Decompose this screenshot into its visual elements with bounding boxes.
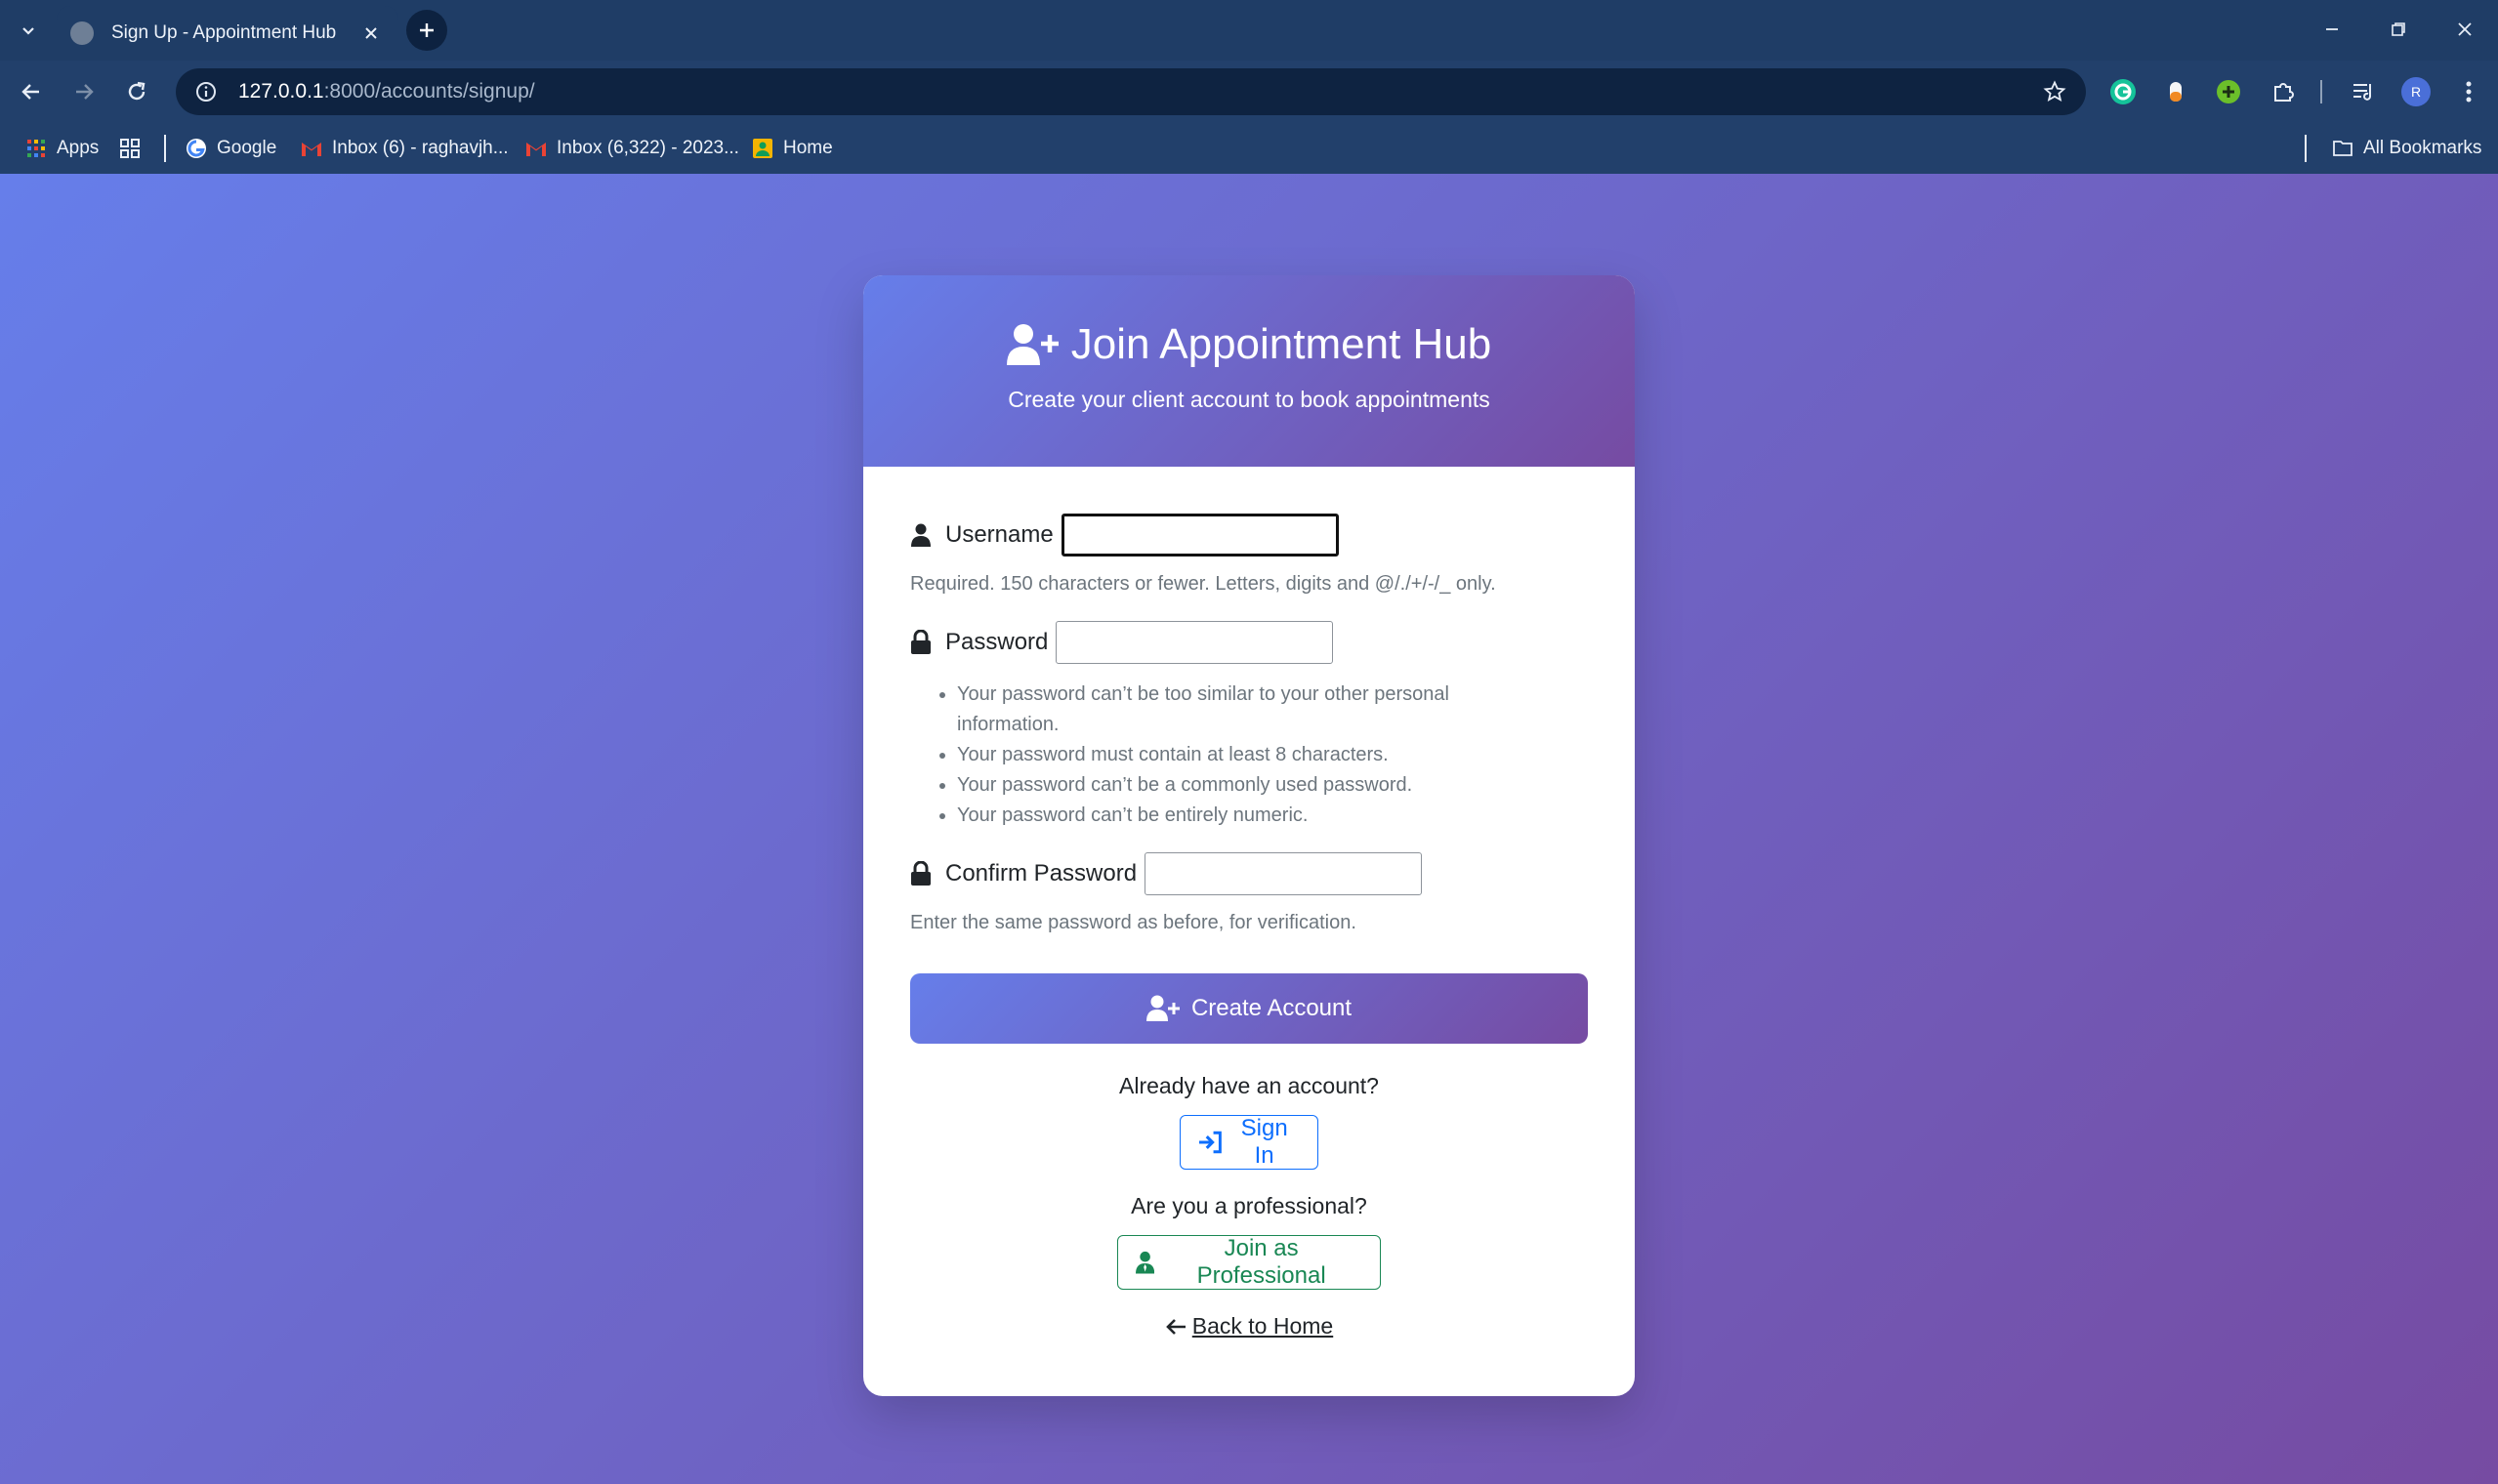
- create-account-label: Create Account: [1190, 995, 1353, 1021]
- sign-in-icon: [1198, 1131, 1222, 1154]
- bookmark-apps[interactable]: Apps: [25, 133, 99, 164]
- bookmark-label: Home: [783, 138, 833, 158]
- browser-toolbar: 127.0.0.1:8000/accounts/signup/ R: [0, 61, 2498, 123]
- arrow-left-icon: [1165, 1318, 1186, 1335]
- bookmark-home[interactable]: Home: [752, 133, 833, 164]
- tab-title: Sign Up - Appointment Hub: [111, 22, 337, 43]
- username-label: Username: [945, 521, 1054, 548]
- sign-in-label: Sign In: [1240, 1115, 1288, 1169]
- password-input[interactable]: [1056, 621, 1334, 664]
- back-home-section: Back to Home: [910, 1313, 1588, 1341]
- page-background: Join Appointment Hub Create your client …: [0, 174, 2498, 1484]
- professional-prompt-text: Are you a professional?: [1131, 1193, 1367, 1218]
- gmail-icon: [301, 138, 322, 159]
- bookmark-inbox-2[interactable]: Inbox (6,322) - 2023...: [525, 133, 739, 164]
- bookmark-label: Google: [217, 138, 277, 158]
- bookmarks-separator: [164, 135, 166, 162]
- bookmark-label: Inbox (6,322) - 2023...: [557, 138, 739, 158]
- browser-tab-strip: Sign Up - Appointment Hub: [0, 0, 2498, 61]
- back-to-home-link[interactable]: Back to Home: [1165, 1313, 1333, 1340]
- toolbar-separator: [2320, 80, 2322, 103]
- globe-icon: [70, 21, 94, 45]
- password-rule: Your password can’t be entirely numeric.: [957, 801, 1516, 831]
- professional-section: Are you a professional? Join as Professi…: [910, 1193, 1588, 1290]
- profile-avatar[interactable]: R: [2398, 74, 2434, 109]
- card-subtitle: Create your client account to book appoi…: [1008, 387, 1490, 412]
- active-tab[interactable]: Sign Up - Appointment Hub: [57, 6, 398, 61]
- reload-icon[interactable]: [117, 72, 156, 111]
- extensions-puzzle-icon[interactable]: [2266, 74, 2301, 109]
- reading-list-icon[interactable]: [2346, 74, 2381, 109]
- tab-search-chevron-icon[interactable]: [12, 14, 45, 47]
- confirm-password-help: Enter the same password as before, for v…: [910, 912, 1356, 933]
- create-account-button[interactable]: Create Account: [910, 973, 1588, 1044]
- password-rule: Your password must contain at least 8 ch…: [957, 740, 1516, 770]
- bookmark-label: Inbox (6) - raghavjh...: [332, 138, 509, 158]
- signup-card: Join Appointment Hub Create your client …: [863, 275, 1635, 1396]
- address-bar[interactable]: 127.0.0.1:8000/accounts/signup/: [176, 68, 2086, 115]
- password-row: Password: [910, 621, 1588, 664]
- user-plus-icon: [1145, 995, 1180, 1021]
- signup-form: Username Required. 150 characters or few…: [863, 467, 1635, 1341]
- bookmark-google[interactable]: Google: [186, 133, 276, 164]
- username-input[interactable]: [1061, 514, 1339, 556]
- bookmark-inbox-1[interactable]: Inbox (6) - raghavjh...: [301, 133, 509, 164]
- profile-initial: R: [2411, 84, 2421, 100]
- have-account-text: Already have an account?: [1119, 1073, 1379, 1098]
- password-rule: Your password can’t be a commonly used p…: [957, 770, 1516, 801]
- join-professional-button[interactable]: Join as Professional: [1117, 1235, 1381, 1290]
- bookmark-label: Apps: [57, 138, 100, 158]
- back-arrow-icon[interactable]: [12, 72, 51, 111]
- capsule-extension-icon[interactable]: [2158, 74, 2193, 109]
- bookmarks-bar: Apps Google Inbox (6) - raghavjh... Inbo…: [0, 123, 2498, 174]
- apps-grid-icon: [25, 138, 47, 159]
- join-professional-label: Join as Professional: [1196, 1235, 1326, 1289]
- user-plus-icon: [1006, 324, 1059, 365]
- all-bookmarks-label: All Bookmarks: [2363, 138, 2482, 158]
- confirm-password-input[interactable]: [1145, 852, 1423, 895]
- new-tab-button[interactable]: [406, 10, 447, 51]
- username-row: Username: [910, 514, 1588, 556]
- site-info-icon[interactable]: [193, 79, 219, 104]
- page-title: Join Appointment Hub: [863, 320, 1635, 369]
- close-tab-icon[interactable]: [357, 20, 385, 47]
- card-title-text: Join Appointment Hub: [1070, 320, 1492, 368]
- back-to-home-label: Back to Home: [1191, 1313, 1334, 1339]
- card-header: Join Appointment Hub Create your client …: [863, 275, 1635, 467]
- user-icon: [910, 522, 932, 548]
- grammarly-extension-icon[interactable]: [2105, 74, 2141, 109]
- folder-icon: [2332, 138, 2353, 159]
- sign-in-button[interactable]: Sign In: [1180, 1115, 1318, 1170]
- bookmark-star-icon[interactable]: [2041, 78, 2068, 105]
- add-extension-icon[interactable]: [2211, 74, 2246, 109]
- lock-icon: [910, 630, 932, 655]
- restore-icon[interactable]: [2373, 10, 2424, 49]
- minimize-icon[interactable]: [2307, 10, 2357, 49]
- bookmarks-separator: [2305, 135, 2307, 162]
- password-rule: Your password can’t be too similar to yo…: [957, 680, 1516, 740]
- chrome-menu-icon[interactable]: [2451, 74, 2486, 109]
- url-path: :8000/accounts/signup/: [323, 80, 535, 103]
- password-rules-list: Your password can’t be too similar to yo…: [910, 680, 1516, 831]
- signin-section: Already have an account? Sign In: [910, 1073, 1588, 1170]
- google-icon: [186, 138, 207, 159]
- all-bookmarks-button[interactable]: All Bookmarks: [2332, 133, 2481, 164]
- username-help: Required. 150 characters or fewer. Lette…: [910, 573, 1496, 595]
- password-label: Password: [945, 629, 1049, 655]
- url-host: 127.0.0.1: [238, 80, 324, 103]
- forward-arrow-icon[interactable]: [64, 72, 104, 111]
- home-icon: [752, 138, 773, 159]
- lock-icon: [910, 861, 932, 886]
- gmail-icon: [525, 138, 547, 159]
- user-tie-icon: [1136, 1251, 1155, 1274]
- tab-groups-icon[interactable]: [119, 133, 141, 164]
- close-window-icon[interactable]: [2439, 10, 2490, 49]
- confirm-password-row: Confirm Password: [910, 852, 1588, 895]
- confirm-password-label: Confirm Password: [945, 860, 1138, 886]
